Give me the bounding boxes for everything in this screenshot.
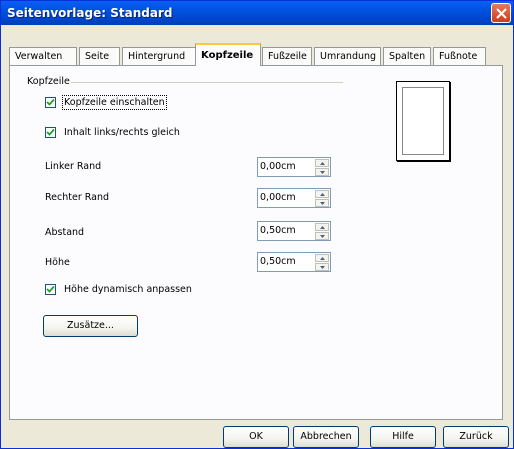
left-margin-value[interactable]: 0,00cm	[260, 161, 296, 172]
arrow-down-icon	[320, 235, 325, 238]
group-divider	[71, 82, 343, 83]
right-margin-value[interactable]: 0,00cm	[260, 192, 296, 203]
tab-seite[interactable]: Seite	[79, 47, 120, 65]
height-label: Höhe	[45, 257, 70, 268]
left-margin-spinner[interactable]: 0,00cm	[257, 157, 331, 177]
tab-spalten[interactable]: Spalten	[383, 47, 431, 65]
reset-button[interactable]: Zurück	[443, 426, 509, 448]
arrow-up-icon	[320, 162, 325, 165]
spin-down-button[interactable]	[315, 168, 329, 176]
enable-header-label: Kopfzeile einschalten	[62, 94, 167, 110]
spacing-spinner[interactable]: 0,50cm	[257, 221, 331, 241]
checkmark-icon	[46, 285, 55, 293]
cancel-button[interactable]: Abbrechen	[293, 426, 359, 448]
spin-down-button[interactable]	[315, 199, 329, 207]
tab-fussnote[interactable]: Fußnote	[433, 47, 486, 65]
tab-fusszeile[interactable]: Fußzeile	[262, 47, 312, 65]
right-margin-spinner[interactable]: 0,00cm	[257, 188, 331, 208]
checkmark-icon	[46, 98, 55, 106]
title-bar[interactable]: Seitenvorlage: Standard	[1, 1, 513, 25]
page-preview-content	[402, 87, 444, 155]
page-preview	[396, 81, 450, 161]
header-group-label: Kopfzeile	[27, 76, 70, 87]
same-content-checkbox[interactable]: Inhalt links/rechts gleich	[45, 125, 180, 139]
help-button[interactable]: Hilfe	[370, 426, 436, 448]
spin-up-button[interactable]	[315, 254, 329, 262]
arrow-up-icon	[320, 257, 325, 260]
height-spinner[interactable]: 0,50cm	[257, 252, 331, 272]
arrow-down-icon	[320, 171, 325, 174]
tab-hintergrund[interactable]: Hintergrund	[122, 47, 197, 65]
close-icon	[496, 8, 507, 19]
ok-button[interactable]: OK	[223, 426, 289, 448]
window-title: Seitenvorlage: Standard	[7, 6, 173, 20]
spin-up-button[interactable]	[315, 159, 329, 167]
arrow-up-icon	[320, 193, 325, 196]
spacing-value[interactable]: 0,50cm	[260, 225, 296, 236]
checkbox-box[interactable]	[45, 283, 56, 295]
height-value[interactable]: 0,50cm	[260, 256, 296, 267]
spin-up-button[interactable]	[315, 223, 329, 231]
checkbox-box[interactable]	[45, 126, 56, 138]
left-margin-label: Linker Rand	[45, 161, 102, 172]
close-button[interactable]	[491, 3, 511, 23]
tab-umrandung[interactable]: Umrandung	[314, 47, 381, 65]
checkmark-icon	[46, 128, 55, 136]
tab-verwalten[interactable]: Verwalten	[9, 47, 77, 65]
spacing-label: Abstand	[45, 227, 85, 238]
arrow-down-icon	[320, 266, 325, 269]
right-margin-label: Rechter Rand	[45, 192, 110, 203]
more-options-button[interactable]: Zusätze...	[43, 315, 138, 337]
spin-up-button[interactable]	[315, 190, 329, 198]
tab-kopfzeile[interactable]: Kopfzeile	[195, 43, 261, 66]
spin-down-button[interactable]	[315, 232, 329, 240]
arrow-down-icon	[320, 202, 325, 205]
same-content-label: Inhalt links/rechts gleich	[64, 126, 180, 138]
checkbox-box[interactable]	[45, 96, 56, 108]
page-style-dialog: Seitenvorlage: Standard Verwalten Seite …	[0, 0, 514, 449]
arrow-up-icon	[320, 226, 325, 229]
autofit-height-label: Höhe dynamisch anpassen	[64, 283, 192, 295]
spin-down-button[interactable]	[315, 263, 329, 271]
autofit-height-checkbox[interactable]: Höhe dynamisch anpassen	[45, 282, 192, 296]
enable-header-checkbox[interactable]: Kopfzeile einschalten	[45, 94, 167, 110]
